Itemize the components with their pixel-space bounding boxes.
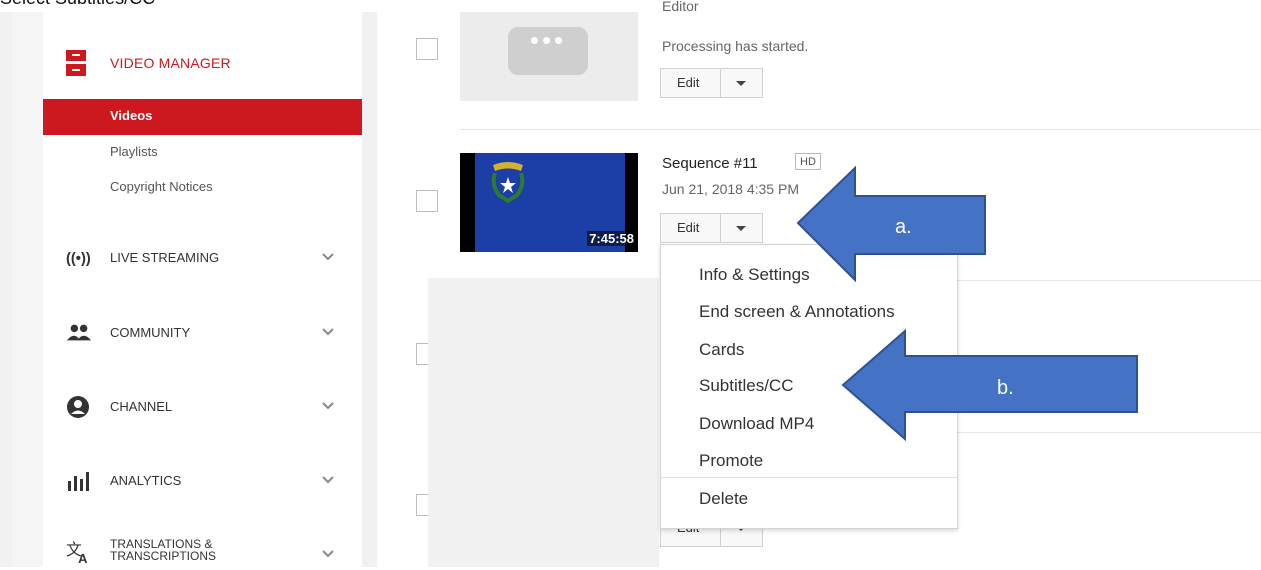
- sidebar-divider: [362, 12, 377, 567]
- chevron-down-icon[interactable]: [321, 472, 335, 486]
- chevron-down-icon[interactable]: [321, 398, 335, 412]
- sidebar-item-playlists[interactable]: Playlists: [110, 144, 158, 159]
- svg-text:A: A: [78, 551, 87, 564]
- video-thumbnail[interactable]: 7:45:58: [460, 153, 638, 252]
- edit-button[interactable]: Edit: [661, 69, 721, 97]
- annotation-arrow-a: [796, 165, 986, 283]
- video-thumbnail-placeholder: [428, 278, 659, 567]
- sidebar-section-label: COMMUNITY: [110, 325, 191, 340]
- edit-button-label: Edit: [677, 75, 700, 90]
- menu-item-delete[interactable]: Delete: [699, 489, 748, 509]
- edit-button-label: Edit: [677, 220, 700, 235]
- chevron-down-icon[interactable]: [321, 249, 335, 263]
- sidebar-item-videos-label: Videos: [110, 108, 153, 123]
- processing-icon: •••: [508, 25, 588, 75]
- sidebar-section-channel[interactable]: CHANNEL: [43, 389, 362, 425]
- menu-item-download-mp4[interactable]: Download MP4: [699, 414, 814, 434]
- menu-item-info-settings[interactable]: Info & Settings: [699, 265, 810, 285]
- channel-icon: [67, 396, 89, 418]
- video-select-checkbox[interactable]: [416, 190, 438, 212]
- svg-text:((•)): ((•)): [66, 251, 91, 267]
- edit-button[interactable]: Edit: [661, 214, 721, 242]
- chevron-down-icon[interactable]: [321, 546, 335, 560]
- annotation-label-b: b.: [997, 377, 1014, 399]
- sidebar-section-label: CHANNEL: [110, 399, 173, 414]
- sidebar-section-analytics[interactable]: ANALYTICS: [43, 463, 362, 499]
- left-gutter: [0, 12, 12, 567]
- community-icon: [66, 324, 92, 341]
- analytics-icon: [68, 472, 89, 491]
- video-duration: 7:45:58: [587, 231, 636, 246]
- sidebar-section-label: LIVE STREAMING: [110, 250, 220, 265]
- sidebar-section-label: ANALYTICS: [110, 473, 182, 488]
- page-caption: Select Subtitles/CC: [0, 0, 155, 9]
- sidebar-item-videos[interactable]: Videos: [43, 99, 362, 135]
- caret-down-icon[interactable]: [720, 214, 762, 242]
- row-divider: [460, 129, 1261, 130]
- chevron-down-icon[interactable]: [321, 324, 335, 338]
- menu-item-subtitles-cc[interactable]: Subtitles/CC: [699, 376, 793, 396]
- video-title[interactable]: Sequence #11: [662, 155, 758, 172]
- sidebar-video-manager-label[interactable]: VIDEO MANAGER: [110, 55, 231, 71]
- sidebar-item-copyright-notices[interactable]: Copyright Notices: [110, 179, 213, 194]
- menu-item-promote[interactable]: Promote: [699, 451, 763, 471]
- edit-button-group: Edit: [660, 213, 763, 243]
- sidebar-section-label-line2: TRANSCRIPTIONS: [110, 549, 217, 563]
- menu-item-cards[interactable]: Cards: [699, 340, 744, 360]
- video-manager-icon: [66, 50, 86, 76]
- translate-icon: 文 A: [66, 540, 87, 564]
- processing-status: Processing has started.: [662, 38, 809, 54]
- video-date: Jun 21, 2018 4:35 PM: [662, 181, 799, 197]
- state-seal-icon: [491, 162, 525, 203]
- menu-divider: [661, 477, 957, 478]
- edit-button-group: Edit: [660, 68, 763, 98]
- menu-item-end-screen-annotations[interactable]: End screen & Annotations: [699, 302, 895, 322]
- caret-down-icon[interactable]: [720, 69, 762, 97]
- row-divider: [958, 280, 1261, 281]
- annotation-arrow-b: [841, 328, 1138, 442]
- sidebar-section-label: TRANSLATIONS & TRANSCRIPTIONS: [110, 538, 216, 562]
- sidebar-section-community[interactable]: COMMUNITY: [43, 315, 362, 351]
- sidebar-section-live-streaming[interactable]: ((•)) LIVE STREAMING: [43, 240, 362, 276]
- live-streaming-icon: ((•)): [66, 251, 91, 267]
- sidebar-section-translations[interactable]: 文 A TRANSLATIONS & TRANSCRIPTIONS: [43, 534, 362, 570]
- video-select-checkbox[interactable]: [416, 38, 438, 60]
- annotation-label-a: a.: [895, 216, 912, 238]
- video-title-partial[interactable]: Editor: [662, 0, 699, 14]
